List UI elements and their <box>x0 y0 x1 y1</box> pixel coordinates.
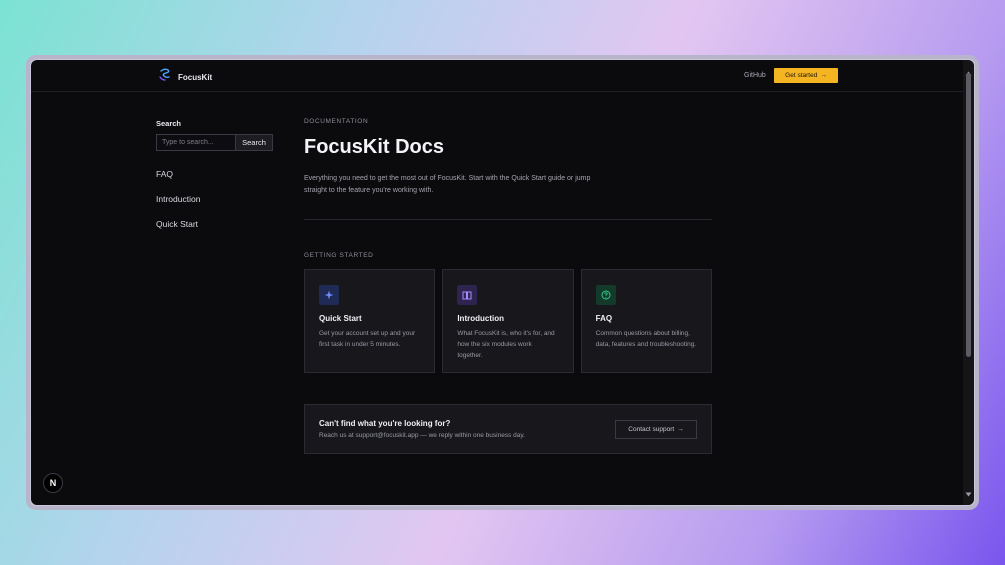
scrollbar[interactable] <box>963 60 974 505</box>
card-introduction[interactable]: Introduction What FocusKit is, who it's … <box>442 269 574 373</box>
brand[interactable]: FocusKit <box>159 68 212 86</box>
get-started-label: Get started <box>785 72 818 79</box>
search-input[interactable] <box>156 134 236 151</box>
card-grid: Quick Start Get your account set up and … <box>304 269 712 373</box>
support-description: Reach us at support@focuskit.app — we re… <box>319 432 525 439</box>
search-form: Search <box>156 134 276 151</box>
card-title: FAQ <box>595 314 613 323</box>
help-circle-icon <box>595 285 616 305</box>
scroll-down-icon[interactable] <box>965 484 972 502</box>
search-button[interactable]: Search <box>236 134 273 151</box>
browser-window: FocusKit GitHub Get started → Search Sea… <box>26 55 979 510</box>
search-label: Search <box>156 119 182 128</box>
page-viewport: FocusKit GitHub Get started → Search Sea… <box>31 60 974 505</box>
nextjs-badge[interactable]: N <box>43 473 63 493</box>
focuskit-logo-icon <box>159 68 171 86</box>
book-icon <box>457 285 478 305</box>
github-link[interactable]: GitHub <box>744 72 766 79</box>
sidebar-item-quick-start[interactable]: Quick Start <box>156 219 276 229</box>
contact-support-label: Contact support <box>628 426 675 433</box>
top-navbar: FocusKit GitHub Get started → <box>31 60 963 92</box>
get-started-button[interactable]: Get started → <box>774 68 838 83</box>
sparkle-icon <box>319 285 339 305</box>
section-label: GETTING STARTED <box>304 252 374 259</box>
brand-name: FocusKit <box>178 72 213 82</box>
support-title: Can't find what you're looking for? <box>319 419 451 428</box>
support-callout: Can't find what you're looking for? Reac… <box>304 404 712 454</box>
scroll-thumb[interactable] <box>966 73 971 357</box>
card-description: What FocusKit is, who it's for, and how … <box>457 330 555 359</box>
arrow-right-icon: → <box>677 426 684 433</box>
sidebar: Search Search FAQ Introduction Quick Sta… <box>156 119 276 229</box>
divider <box>304 219 712 220</box>
card-title: Introduction <box>457 314 504 323</box>
sidebar-item-introduction[interactable]: Introduction <box>156 194 276 204</box>
card-quick-start[interactable]: Quick Start Get your account set up and … <box>304 269 436 373</box>
card-description: Get your account set up and your first t… <box>319 330 416 348</box>
card-title: Quick Start <box>319 314 362 323</box>
card-faq[interactable]: FAQ Common questions about billing, data… <box>580 269 712 373</box>
sidebar-item-faq[interactable]: FAQ <box>156 169 276 179</box>
eyebrow-label: DOCUMENTATION <box>304 118 369 125</box>
page-lead: Everything you need to get the most out … <box>304 175 591 194</box>
card-description: Common questions about billing, data, fe… <box>595 330 697 348</box>
arrow-right-icon: → <box>820 72 827 79</box>
page-title: FocusKit Docs <box>304 136 445 158</box>
contact-support-button[interactable]: Contact support → <box>615 420 697 439</box>
main-content: DOCUMENTATION FocusKit Docs Everything y… <box>304 118 712 454</box>
